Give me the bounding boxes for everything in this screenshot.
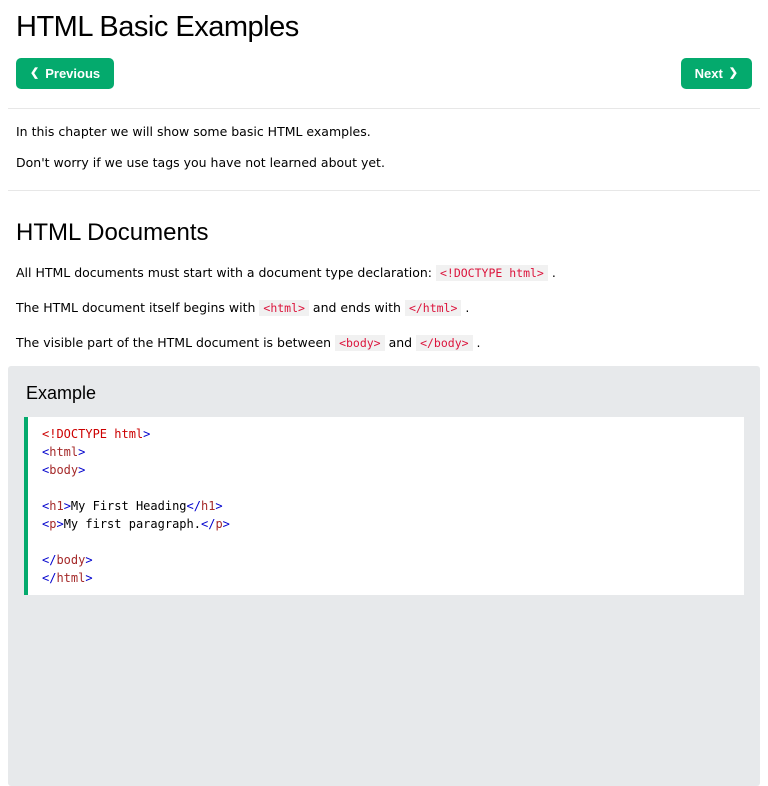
page: { "colors": { "green": "#04AA6D", "tag":…: [0, 10, 768, 786]
doc-paragraph: All HTML documents must start with a doc…: [16, 263, 752, 283]
text-segment: .: [472, 335, 481, 350]
code-token: >: [85, 571, 93, 585]
code-token: My first paragraph.: [63, 517, 201, 531]
inline-code: </body>: [416, 335, 473, 351]
code-block: <!DOCTYPE html> <html> <body> <h1>My First…: [24, 417, 744, 595]
doc-paragraph: The visible part of the HTML document is…: [16, 333, 752, 353]
previous-button-label: Previous: [45, 66, 101, 81]
text-segment: .: [547, 265, 556, 280]
code-token: >: [215, 499, 223, 513]
code-token: >: [143, 427, 151, 441]
text-segment: and: [384, 335, 417, 350]
main-content: HTML Basic Examples ❮ Previous Next ❯ In…: [0, 10, 768, 786]
intro-paragraph-1: In this chapter we will show some basic …: [16, 124, 371, 139]
text-segment: The visible part of the HTML document is…: [16, 335, 336, 350]
code-token: body: [49, 463, 79, 477]
code-token: body: [56, 553, 86, 567]
example-heading: Example: [26, 383, 97, 403]
pagination-nav: ❮ Previous Next ❯: [16, 58, 752, 89]
code-line: </html>: [42, 569, 730, 587]
inline-code: <body>: [335, 335, 385, 351]
code-token: h1: [200, 499, 216, 513]
next-button-label: Next: [694, 66, 723, 81]
code-token: </: [42, 553, 57, 567]
text-segment: .: [461, 300, 470, 315]
page-title: HTML Basic Examples: [16, 11, 299, 43]
example-panel: Example <!DOCTYPE html> <html> <body> <h1>…: [8, 366, 760, 786]
code-token: </: [200, 517, 216, 531]
code-token: p: [215, 517, 223, 531]
divider: [8, 108, 760, 109]
divider: [8, 190, 760, 191]
inline-code: <html>: [259, 300, 309, 316]
code-token: <!DOCTYPE html: [42, 427, 144, 441]
code-token: >: [85, 553, 93, 567]
code-line: <!DOCTYPE html>: [42, 425, 730, 443]
code-token: >: [63, 499, 71, 513]
code-token: html: [49, 445, 79, 459]
code-line: </body>: [42, 551, 730, 569]
code-token: </: [186, 499, 201, 513]
inline-code: </html>: [404, 300, 462, 316]
code-token: >: [78, 463, 86, 477]
chevron-right-icon: ❯: [728, 67, 738, 79]
text-segment: The HTML document itself begins with: [16, 300, 260, 315]
doc-paragraph: The HTML document itself begins with <ht…: [16, 298, 752, 318]
code-line: <p>My first paragraph.</p>: [42, 515, 730, 533]
text-segment: All HTML documents must start with a doc…: [16, 265, 436, 280]
code-token: html: [56, 571, 86, 585]
code-token: >: [56, 517, 64, 531]
code-line: <html>: [42, 443, 730, 461]
code-token: h1: [49, 499, 64, 513]
next-button[interactable]: Next ❯: [680, 58, 752, 89]
section-heading: HTML Documents: [16, 219, 209, 246]
code-token: >: [222, 517, 230, 531]
inline-code: <!DOCTYPE html>: [435, 265, 548, 281]
intro-paragraph-2: Don't worry if we use tags you have not …: [16, 155, 385, 170]
previous-button[interactable]: ❮ Previous: [16, 58, 115, 89]
chevron-left-icon: ❮: [30, 67, 40, 79]
code-line: <body>: [42, 461, 730, 479]
text-segment: and ends with: [308, 300, 405, 315]
code-line: <h1>My First Heading</h1>: [42, 497, 730, 515]
code-token: >: [78, 445, 86, 459]
code-token: </: [42, 571, 57, 585]
code-token: My First Heading: [70, 499, 187, 513]
